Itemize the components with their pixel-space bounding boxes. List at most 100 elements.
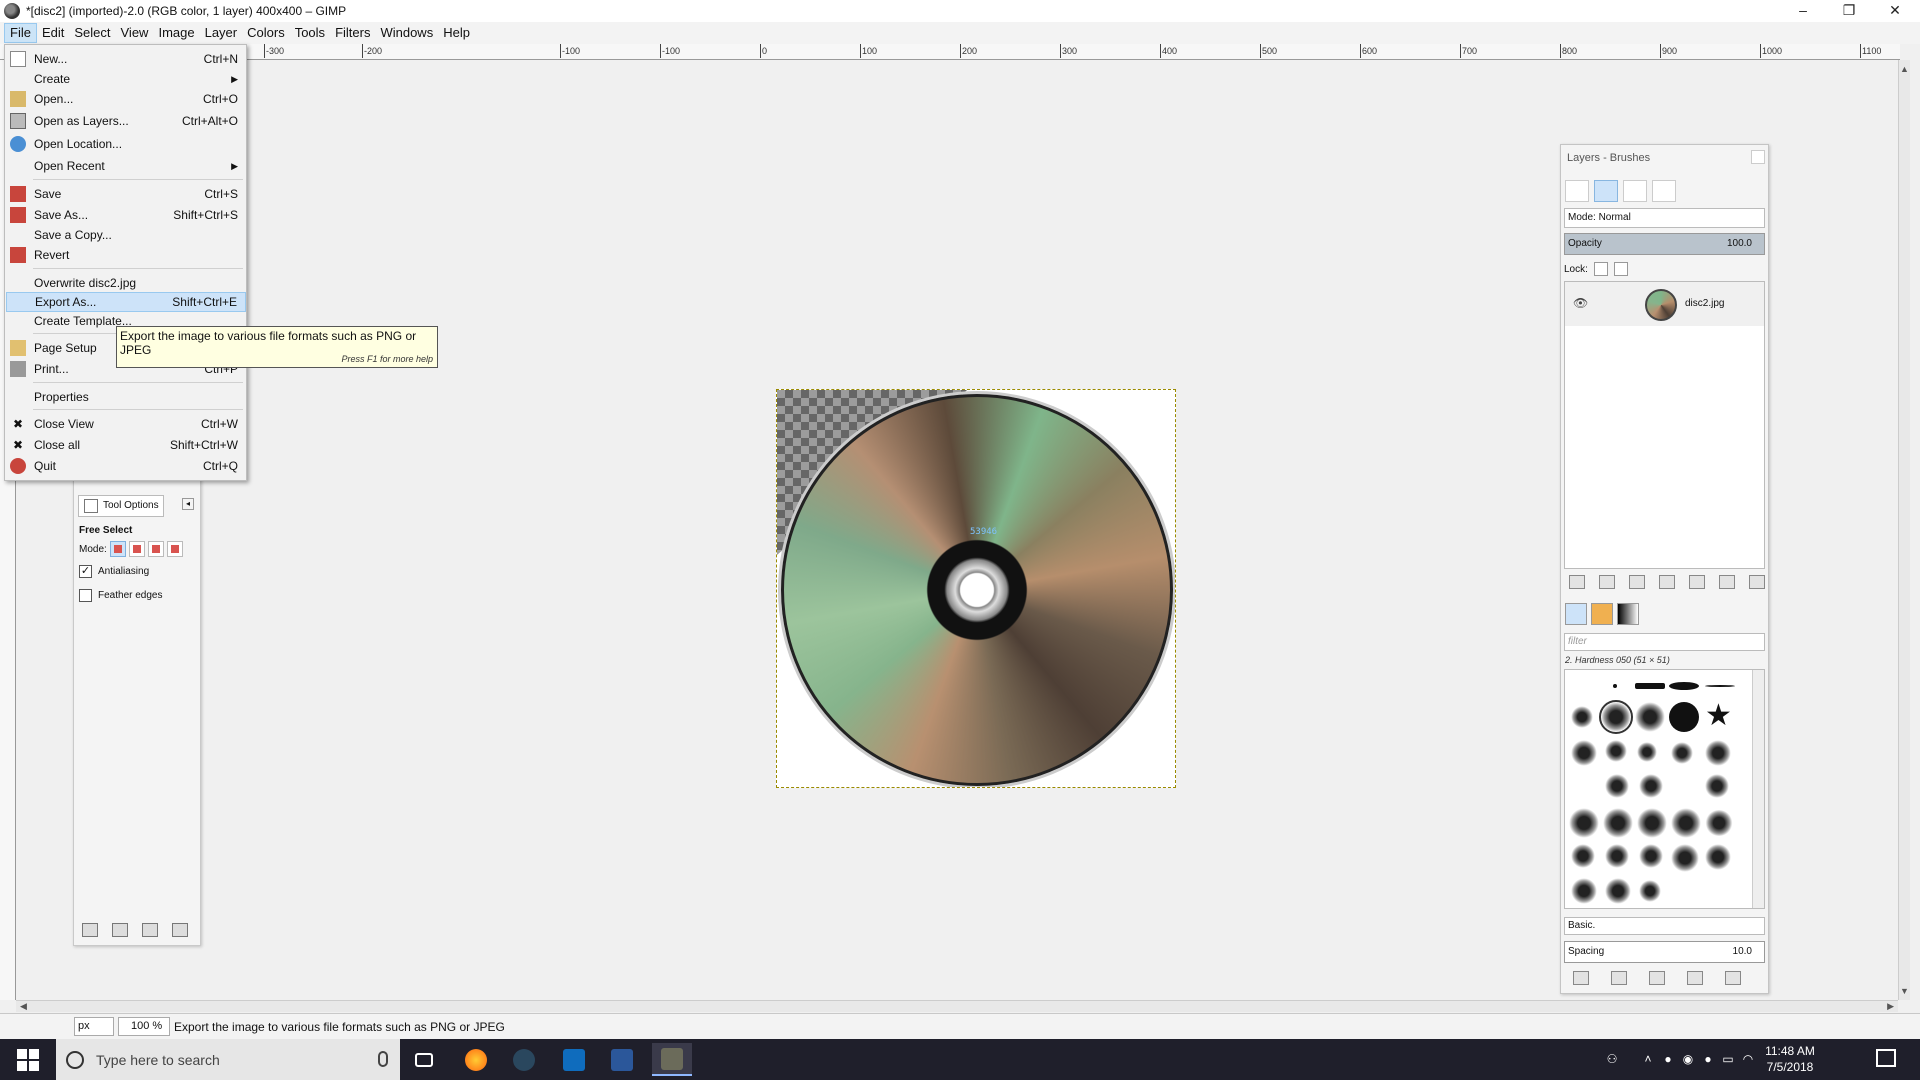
menu-item-export-as[interactable]: Export As... Shift+Ctrl+E [6, 292, 246, 312]
layer-row[interactable]: 👁 disc2.jpg [1565, 282, 1764, 326]
people-icon[interactable]: ⚇ [1604, 1051, 1620, 1067]
mode-subtract-button[interactable] [147, 541, 164, 557]
taskbar-word[interactable] [602, 1043, 642, 1076]
brush-swatch[interactable] [1569, 808, 1599, 838]
spacing-slider[interactable]: Spacing 10.0 [1564, 941, 1765, 963]
mode-add-button[interactable] [128, 541, 145, 557]
mode-replace-button[interactable] [109, 541, 126, 557]
menu-tools[interactable]: Tools [290, 23, 330, 43]
brush-swatch[interactable] [1635, 702, 1665, 732]
menu-item-properties[interactable]: Properties [6, 387, 246, 407]
menu-file[interactable]: File [4, 23, 37, 43]
menu-image[interactable]: Image [153, 23, 199, 43]
app-tray-icon[interactable]: ◉ [1680, 1051, 1696, 1067]
lock-alpha-icon[interactable] [1613, 262, 1628, 276]
tab-layers[interactable] [1565, 180, 1589, 202]
star-brush-icon[interactable]: ★ [1705, 698, 1732, 733]
microphone-icon[interactable] [378, 1051, 388, 1067]
brush-swatch[interactable] [1603, 808, 1633, 838]
menu-item-close-all[interactable]: ✖ Close all Shift+Ctrl+W [6, 435, 246, 455]
tab-channels[interactable] [1594, 180, 1618, 202]
duplicate-layer-icon[interactable] [1689, 575, 1705, 589]
antialiasing-checkbox[interactable]: ✓ [79, 565, 92, 578]
brush-swatch[interactable] [1639, 774, 1663, 798]
brush-swatch[interactable] [1571, 706, 1593, 728]
scroll-left-icon[interactable]: ◀ [20, 1001, 27, 1012]
brush-swatch[interactable] [1671, 844, 1699, 872]
brush-swatch[interactable] [1605, 774, 1629, 798]
close-window-button[interactable]: ✕ [1872, 0, 1918, 22]
delete-brush-icon[interactable] [1687, 971, 1703, 985]
brush-swatch[interactable] [1613, 684, 1617, 688]
taskbar-firefox[interactable] [456, 1043, 496, 1076]
brush-filter-input[interactable]: filter [1564, 633, 1765, 651]
edit-brush-icon[interactable] [1573, 971, 1589, 985]
menu-item-open-as-layers[interactable]: Open as Layers... Ctrl+Alt+O [6, 111, 246, 131]
save-options-icon[interactable] [82, 923, 98, 937]
start-button[interactable] [0, 1039, 56, 1080]
brush-swatch[interactable] [1669, 682, 1699, 690]
action-center-icon[interactable] [1876, 1049, 1896, 1067]
brush-swatch[interactable] [1605, 740, 1627, 762]
tab-patterns[interactable] [1591, 603, 1613, 625]
lock-pixels-icon[interactable] [1593, 262, 1608, 276]
brush-preset-select[interactable]: Basic. [1564, 917, 1765, 935]
menu-item-save-as[interactable]: Save As... Shift+Ctrl+S [6, 205, 246, 225]
maximize-button[interactable]: ❐ [1826, 0, 1872, 22]
delete-layer-icon[interactable] [1749, 575, 1765, 589]
brush-grid-scrollbar[interactable] [1752, 670, 1764, 908]
scroll-down-icon[interactable]: ▼ [1900, 986, 1909, 996]
panel-menu-button[interactable]: ◂ [182, 498, 194, 510]
brush-swatch[interactable] [1705, 774, 1729, 798]
brush-swatch[interactable] [1571, 740, 1597, 766]
brush-swatch[interactable] [1671, 742, 1693, 764]
anchor-layer-icon[interactable] [1719, 575, 1735, 589]
battery-icon[interactable]: ▭ [1720, 1051, 1736, 1067]
scroll-right-icon[interactable]: ▶ [1887, 1001, 1894, 1012]
brush-swatch[interactable] [1705, 685, 1735, 687]
brush-swatch[interactable] [1639, 844, 1663, 868]
new-layer-icon[interactable] [1569, 575, 1585, 589]
menu-item-save-copy[interactable]: Save a Copy... [6, 225, 246, 245]
horizontal-ruler[interactable]: -300 -200 -100 -100 0 100 200 300 400 50… [0, 44, 1900, 60]
raise-layer-icon[interactable] [1629, 575, 1645, 589]
image-boundary[interactable]: 53946 [776, 389, 1176, 788]
brush-swatch[interactable] [1639, 880, 1661, 902]
taskbar-search[interactable]: Type here to search [56, 1039, 400, 1080]
menu-item-close-view[interactable]: ✖ Close View Ctrl+W [6, 414, 246, 434]
taskbar-outlook[interactable] [554, 1043, 594, 1076]
taskbar-clock[interactable]: 11:48 AM 7/5/2018 [1756, 1043, 1824, 1075]
menu-item-open-recent[interactable]: Open Recent ▶ [6, 156, 246, 176]
dock-close-button[interactable] [1751, 150, 1765, 164]
duplicate-brush-icon[interactable] [1649, 971, 1665, 985]
brush-swatch[interactable] [1669, 702, 1699, 732]
feather-edges-option[interactable]: Feather edges [79, 589, 163, 602]
tab-gradients[interactable] [1617, 603, 1639, 625]
brush-swatch[interactable] [1605, 844, 1629, 868]
steam-tray-icon[interactable]: ● [1660, 1051, 1676, 1067]
task-view-button[interactable] [404, 1043, 444, 1076]
zoom-select[interactable]: 100 % [118, 1017, 170, 1036]
scroll-up-icon[interactable]: ▲ [1900, 64, 1909, 74]
menu-help[interactable]: Help [438, 23, 475, 43]
lower-layer-icon[interactable] [1659, 575, 1675, 589]
delete-options-icon[interactable] [142, 923, 158, 937]
taskbar-steam[interactable] [504, 1043, 544, 1076]
menu-colors[interactable]: Colors [242, 23, 290, 43]
vertical-scrollbar[interactable]: ▲ ▼ [1898, 60, 1910, 1000]
tab-paths[interactable] [1623, 180, 1647, 202]
reset-options-icon[interactable] [172, 923, 188, 937]
brush-swatch-selected[interactable] [1599, 700, 1633, 734]
horizontal-scrollbar[interactable]: ◀ ▶ [16, 1000, 1898, 1012]
menu-item-create[interactable]: Create ▶ [6, 69, 246, 89]
tab-tool-options[interactable]: Tool Options [78, 495, 164, 517]
menu-select[interactable]: Select [69, 23, 115, 43]
tray-chevron-icon[interactable]: ˄ [1640, 1051, 1656, 1067]
menu-view[interactable]: View [116, 23, 154, 43]
antivirus-tray-icon[interactable]: ● [1700, 1051, 1716, 1067]
menu-item-open[interactable]: Open... Ctrl+O [6, 89, 246, 109]
brush-swatch[interactable] [1571, 844, 1595, 868]
antialiasing-option[interactable]: ✓ Antialiasing [79, 565, 149, 578]
taskbar-gimp[interactable] [652, 1043, 692, 1076]
menu-edit[interactable]: Edit [37, 23, 69, 43]
